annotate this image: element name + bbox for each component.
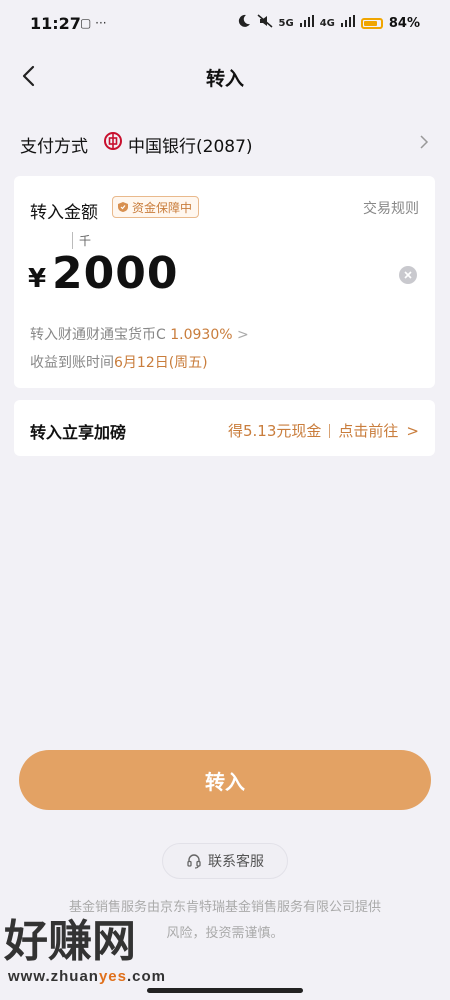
clear-icon (399, 266, 417, 284)
payment-method-label: 支付方式 (20, 137, 88, 157)
moon-icon (237, 14, 251, 32)
bonus-action-link[interactable]: 点击前往 (338, 420, 398, 441)
bonus-reward: 得5.13元现金 (228, 422, 322, 440)
submit-transfer-button[interactable]: 转入 (19, 750, 431, 810)
customer-service-button[interactable]: 联系客服 (162, 843, 288, 879)
bank-name: 中国银行(2087) (128, 137, 253, 157)
watermark-url-suffix: .com (126, 968, 166, 985)
badge-text: 资金保障中 (132, 200, 193, 215)
fund-guarantee-badge: 资金保障中 (112, 196, 200, 218)
trading-rules-link[interactable]: 交易规则 (363, 198, 419, 218)
status-bar: 11:27 ▢ ··· 5G 4G 84% (0, 0, 450, 48)
battery-icon (360, 17, 383, 29)
signal-bars-icon (340, 15, 355, 31)
header: 转入 (0, 54, 450, 98)
status-time: 11:27 (30, 14, 81, 33)
mute-icon (257, 14, 273, 32)
earnings-date-label: 收益到账时间 (30, 355, 114, 371)
amount-label: 转入金额 (30, 203, 98, 223)
unit-hint: 千 (72, 232, 91, 249)
signal-4g-label: 4G (319, 17, 335, 29)
bonus-label: 转入立享加磅 (30, 423, 127, 442)
watermark-url-accent: yes (98, 968, 127, 985)
watermark-url-prefix: www.zhuan (8, 968, 99, 985)
fund-rate: 1.0930% (170, 327, 233, 343)
currency-symbol: ¥ (28, 264, 47, 294)
disclaimer-line-1: 基金销售服务由京东肯特瑞基金销售服务有限公司提供 (68, 900, 381, 915)
customer-service-label: 联系客服 (208, 854, 264, 870)
earnings-date-line: 收益到账时间6月12日(周五) (30, 352, 208, 372)
chevron-right-icon: > (406, 421, 419, 440)
battery-percent: 84% (388, 15, 420, 31)
clear-input-button[interactable] (399, 266, 417, 284)
chevron-right-icon: > (236, 327, 249, 343)
amount-input[interactable]: 2000 (52, 248, 178, 299)
signal-bars-icon (299, 15, 314, 31)
payment-method-row[interactable]: 支付方式 中国银行(2087) (0, 118, 450, 166)
divider (329, 423, 331, 438)
bank-of-china-icon (104, 132, 122, 150)
headset-icon (187, 854, 201, 869)
shield-icon (118, 202, 128, 212)
bonus-reward-group: 得5.13元现金 点击前往 > (228, 420, 419, 441)
status-right-group: 5G 4G 84% (237, 14, 420, 32)
amount-card: 转入金额 资金保障中 交易规则 千 ¥ 2000 转入财通财通宝货币C 1.09… (14, 176, 435, 388)
notification-icons: ▢ ··· (80, 16, 107, 30)
signal-5g-label: 5G (278, 17, 294, 29)
fund-name: 转入财通财通宝货币C (30, 327, 166, 343)
chevron-right-icon (418, 134, 430, 150)
watermark: 好赚网 www.zhuanyes.com (4, 916, 194, 988)
watermark-url: www.zhuanyes.com (8, 968, 166, 985)
fund-info-line[interactable]: 转入财通财通宝货币C 1.0930% > (30, 324, 249, 344)
earnings-date-value: 6月12日(周五) (114, 355, 208, 371)
bonus-card[interactable]: 转入立享加磅 得5.13元现金 点击前往 > (14, 400, 435, 456)
watermark-logo: 好赚网 (4, 916, 140, 968)
page-title: 转入 (205, 68, 244, 90)
home-indicator[interactable] (147, 988, 303, 993)
